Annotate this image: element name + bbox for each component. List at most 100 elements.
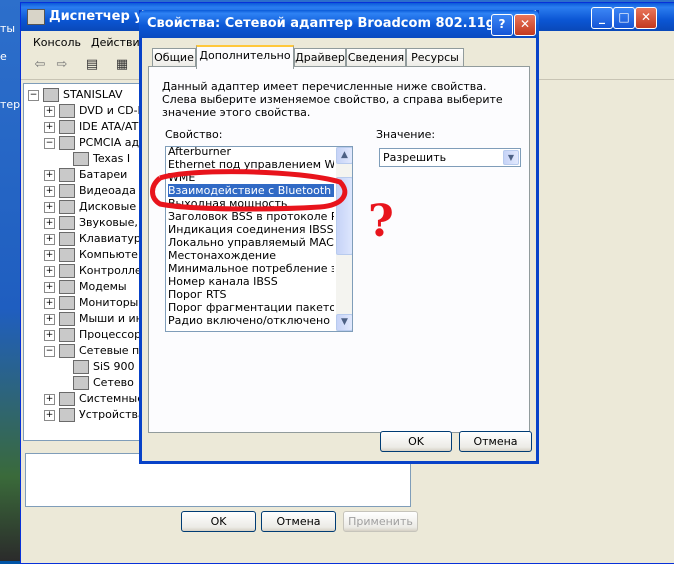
tree-item[interactable]: + Модемы [44,280,127,296]
tree-item[interactable]: + DVD и CD-R [44,104,141,120]
tree-item[interactable]: + Видеоада [44,184,136,200]
expand-icon[interactable]: + [44,297,55,309]
property-list-item[interactable]: Заголовок BSS в протоколе PLCP [168,210,334,223]
tree-item-label: Дисковые [79,200,137,213]
cancel-button[interactable]: Отмена [261,511,336,532]
tree-item[interactable]: + Компьюте [44,248,138,264]
scrollbar-thumb[interactable] [336,177,352,255]
tree-item[interactable]: − PCMCIA ад [44,136,139,152]
tree-item-label: DVD и CD-R [79,104,141,117]
expand-icon[interactable]: + [44,185,55,197]
tab-driver[interactable]: Драйвер [294,48,346,67]
tree-item-label: STANISLAV [63,88,123,101]
expand-icon[interactable]: + [44,169,55,181]
tree-item-label: IDE ATA/AT [79,120,139,133]
expand-icon[interactable]: + [44,217,55,229]
dialog-close-button[interactable]: ✕ [514,14,536,36]
show-hide-tree-icon[interactable]: ▤ [83,57,101,73]
tree-item-label: Компьюте [79,248,138,261]
tree-item[interactable]: Texas I [60,152,130,168]
property-list-item[interactable]: Выходная мощность [168,197,334,210]
device-icon [59,120,75,134]
property-list-item[interactable]: Порог фрагментации пакетов [168,301,334,314]
expand-icon[interactable]: + [44,265,55,277]
property-list-item[interactable]: Радио включено/отключено [168,314,334,327]
device-icon [59,344,75,358]
property-list-item[interactable]: Номер канала IBSS [168,275,334,288]
expand-icon[interactable]: + [44,393,55,405]
tree-item[interactable]: − Сетевые п [44,344,139,360]
tree-item-label: Клавиатур [79,232,141,245]
forward-arrow-icon[interactable]: ⇨ [53,57,71,73]
property-list-item[interactable]: Afterburner [168,147,334,158]
menu-console[interactable]: Консоль [33,36,81,49]
desktop-text: ты [0,22,16,35]
minimize-button[interactable]: _ [591,7,613,29]
close-button[interactable]: ✕ [635,7,657,29]
tree-item[interactable]: + Мониторы [44,296,138,312]
value-dropdown-text: Разрешить [383,151,447,164]
tree-item[interactable]: SiS 900 [60,360,135,376]
expand-icon[interactable]: + [44,249,55,261]
expand-icon[interactable]: + [44,105,55,117]
tab-resources[interactable]: Ресурсы [406,48,464,67]
expand-icon[interactable]: + [44,201,55,213]
collapse-icon[interactable]: − [28,89,39,101]
property-listbox[interactable]: Afterburner Ethernet под управлением WZC W… [165,146,353,332]
apply-button[interactable]: Применить [343,511,418,532]
maximize-button[interactable]: □ [613,7,635,29]
value-label: Значение: [376,128,436,141]
tree-item[interactable]: − STANISLAV [28,88,123,104]
device-icon [59,408,75,422]
tree-item-label: Texas I [93,152,131,165]
help-button[interactable]: ? [491,14,513,36]
tree-item[interactable]: + Мыши и ин [44,312,140,328]
properties-icon[interactable]: ▦ [113,57,131,73]
dialog-title: Свойства: Сетевой адаптер Broadcom 802.1… [147,16,495,31]
ok-button[interactable]: OK [181,511,256,532]
tree-item-label: Сетево [93,376,134,389]
value-dropdown[interactable]: Разрешить ▼ [379,148,521,167]
tab-advanced[interactable]: Дополнительно [196,45,294,69]
scroll-up-icon[interactable]: ▲ [336,147,352,164]
tab-general[interactable]: Общие [152,48,196,67]
tree-item[interactable]: + Системные [44,392,140,408]
dialog-ok-button[interactable]: OK [380,431,452,452]
expand-icon[interactable]: + [44,409,55,421]
property-list-item[interactable]: Местонахождение [168,249,334,262]
tree-item-label: Процессор [79,328,141,341]
tree-item[interactable]: + Контролле [44,264,140,280]
tree-item[interactable]: + Устройства [44,408,140,424]
tree-item[interactable]: + Клавиатур [44,232,141,248]
tree-item[interactable]: + Процессор [44,328,141,344]
device-icon [59,280,75,294]
expand-icon[interactable]: + [44,329,55,341]
expand-icon[interactable]: + [44,313,55,325]
property-list-item[interactable]: WME [168,171,334,184]
dialog-titlebar[interactable]: Свойства: Сетевой адаптер Broadcom 802.1… [139,10,539,38]
tree-item[interactable]: + IDE ATA/AT [44,120,138,136]
expand-icon[interactable]: + [44,281,55,293]
property-list-item[interactable]: Индикация соединения IBSS [168,223,334,236]
scroll-down-icon[interactable]: ▼ [336,314,352,331]
property-list-item[interactable]: Порог RTS [168,288,334,301]
expand-icon[interactable]: + [44,121,55,133]
tree-item[interactable]: + Батареи [44,168,127,184]
device-tree: − STANISLAV + DVD и CD-R + IDE ATA/AT − PCMCIA … [23,83,141,441]
tab-details[interactable]: Сведения [346,48,406,67]
device-icon [59,232,75,246]
property-list-item[interactable]: Минимальное потребление энергии [168,262,334,275]
property-list-item[interactable]: Ethernet под управлением WZC [168,158,334,171]
collapse-icon[interactable]: − [44,137,55,149]
expand-icon[interactable]: + [44,233,55,245]
property-list-item[interactable]: Взаимодействие с Bluetooth [168,184,334,197]
tree-item[interactable]: + Дисковые [44,200,136,216]
dialog-cancel-button[interactable]: Отмена [459,431,532,452]
chevron-down-icon[interactable]: ▼ [503,150,519,165]
tree-item[interactable]: + Звуковые, [44,216,138,232]
back-arrow-icon[interactable]: ⇦ [31,57,49,73]
tree-item[interactable]: Сетево [60,376,134,392]
collapse-icon[interactable]: − [44,345,55,357]
property-list-item[interactable]: Локально управляемый MAC-адрес [168,236,334,249]
listbox-scrollbar[interactable]: ▲ ▼ [336,147,352,331]
